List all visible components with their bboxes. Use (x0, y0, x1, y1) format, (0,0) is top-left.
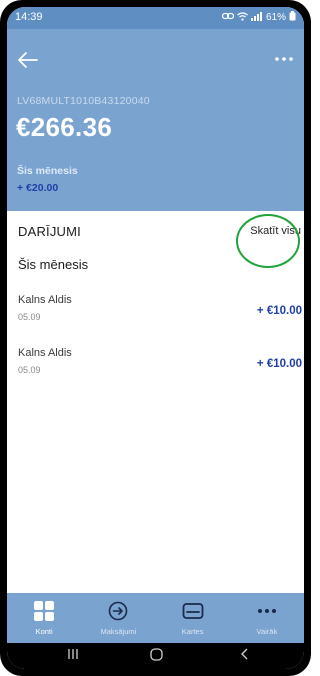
back-system-button[interactable] (239, 648, 249, 663)
link-icon (221, 12, 235, 23)
home-button[interactable] (150, 648, 163, 664)
back-button[interactable] (16, 50, 40, 70)
transfer-icon (109, 601, 128, 621)
period-heading: Šis mēnesis (18, 257, 89, 272)
see-all-link[interactable]: Skatīt visu (250, 225, 301, 237)
status-time: 14:39 (15, 11, 43, 23)
overflow-menu-button[interactable] (273, 52, 295, 66)
wifi-icon (237, 11, 248, 24)
signal-icon (250, 11, 263, 24)
transaction-amount: + €10.00 (256, 305, 302, 317)
more-dots-icon (275, 57, 293, 61)
system-navigation-bar (7, 643, 304, 669)
nav-label: Vairāk (256, 627, 278, 636)
screen: 14:39 61% LV68MULT1010B43120040 €266.36 … (7, 7, 304, 669)
nav-label: Maksājumi (100, 627, 137, 636)
transaction-row[interactable]: Kalns Aldis 05.09 + €10.00 (7, 294, 304, 340)
transaction-date: 05.09 (18, 365, 41, 375)
status-indicators: 61% (221, 11, 296, 24)
transaction-row[interactable]: Kalns Aldis 05.09 + €10.00 (7, 347, 304, 393)
chevron-left-icon (241, 648, 248, 660)
account-balance: €266.36 (16, 112, 113, 142)
arrow-left-icon (18, 52, 38, 68)
nav-item-konti[interactable]: Konti (7, 593, 81, 643)
recent-apps-icon (68, 649, 78, 659)
status-bar: 14:39 61% (7, 7, 304, 29)
transaction-name: Kalns Aldis (18, 347, 72, 359)
nav-item-maksajumi[interactable]: Maksājumi (81, 593, 155, 643)
account-header: 14:39 61% LV68MULT1010B43120040 €266.36 … (7, 7, 304, 211)
nav-item-kartes[interactable]: Kartes (156, 593, 230, 643)
bottom-navigation: Konti Maksājumi Kartes Vairāk (7, 593, 304, 643)
nav-label: Konti (35, 627, 53, 636)
more-icon (257, 609, 276, 613)
month-amount: + €20.00 (17, 182, 59, 194)
nav-label: Kartes (181, 627, 204, 636)
account-iban: LV68MULT1010B43120040 (17, 95, 150, 107)
nav-item-vairak[interactable]: Vairāk (230, 593, 304, 643)
battery-icon (289, 11, 296, 24)
transaction-name: Kalns Aldis (18, 294, 72, 306)
recent-apps-button[interactable] (67, 648, 79, 663)
phone-frame: 14:39 61% LV68MULT1010B43120040 €266.36 … (0, 0, 311, 676)
home-icon (150, 648, 163, 661)
transaction-amount: + €10.00 (256, 358, 302, 370)
transactions-title: DARĪJUMI (18, 224, 81, 239)
month-label: Šis mēnesis (17, 165, 78, 177)
transaction-date: 05.09 (18, 312, 41, 322)
card-icon (182, 603, 204, 619)
see-all-highlight-circle (236, 214, 300, 268)
battery-percent: 61% (265, 12, 286, 23)
grid-icon (34, 601, 55, 621)
